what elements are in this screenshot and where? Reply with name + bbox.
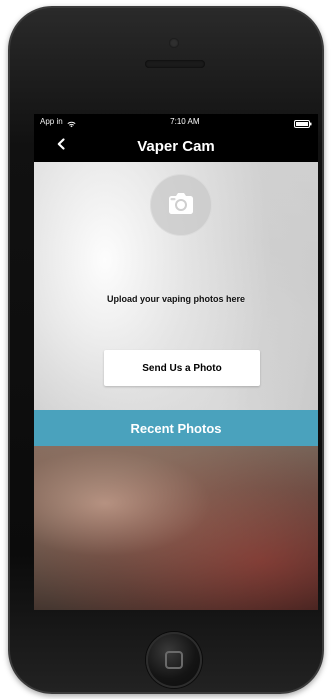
status-bar: App in 7:10 AM: [34, 114, 318, 130]
send-photo-button[interactable]: Send Us a Photo: [104, 350, 260, 386]
camera-icon: [164, 190, 198, 221]
back-button[interactable]: [46, 130, 76, 162]
earpiece-speaker: [145, 60, 205, 68]
chevron-left-icon: [54, 137, 68, 156]
screen: App in 7:10 AM Vaper Cam Upload your vap…: [34, 114, 318, 610]
upload-section: Upload your vaping photos here Send Us a…: [34, 162, 318, 390]
page-title: Vaper Cam: [137, 137, 215, 155]
battery-icon: [293, 118, 312, 128]
home-square-icon: [165, 651, 183, 669]
wifi-icon: [67, 118, 76, 128]
front-camera-dot: [169, 38, 179, 48]
phone-device: App in 7:10 AM Vaper Cam Upload your vap…: [8, 6, 324, 694]
upload-instructions: Upload your vaping photos here: [106, 294, 245, 304]
home-button[interactable]: [146, 632, 202, 688]
recent-photos-bar[interactable]: Recent Photos: [34, 410, 318, 446]
status-left: App in: [40, 114, 76, 130]
main-content: Upload your vaping photos here Send Us a…: [34, 162, 318, 610]
recent-photos-label: Recent Photos: [130, 420, 222, 436]
camera-upload-icon: [150, 174, 212, 236]
recent-photo-preview[interactable]: [34, 446, 318, 610]
carrier-text: App in: [40, 117, 63, 126]
navigation-bar: Vaper Cam: [34, 130, 318, 162]
time-text: 7:10 AM: [170, 117, 200, 126]
